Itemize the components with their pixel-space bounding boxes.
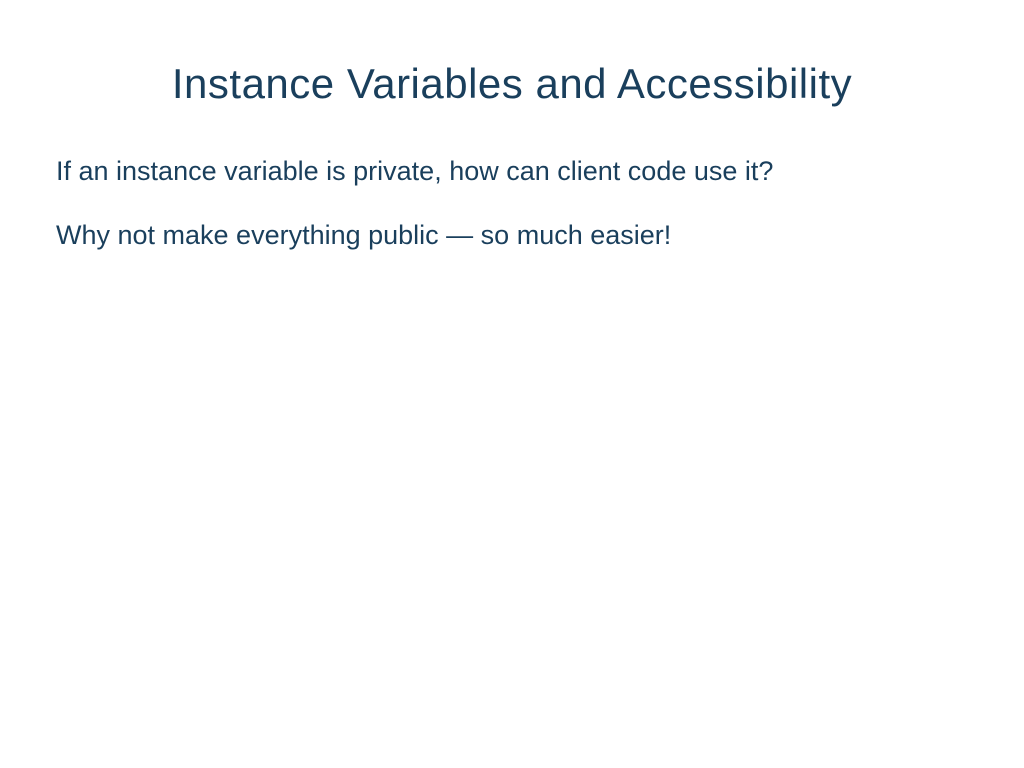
slide-container: Instance Variables and Accessibility If … <box>0 0 1024 768</box>
paragraph-1: If an instance variable is private, how … <box>30 153 994 189</box>
paragraph-2: Why not make everything public — so much… <box>30 217 994 253</box>
slide-title: Instance Variables and Accessibility <box>30 60 994 108</box>
